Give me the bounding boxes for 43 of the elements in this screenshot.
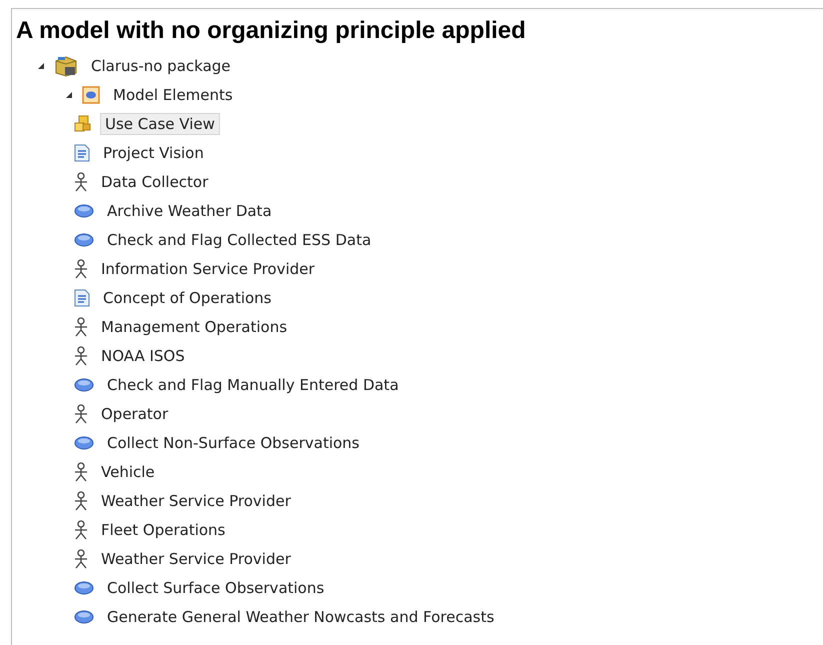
tree-item[interactable]: Weather Service Provider [96,548,296,570]
tree-item[interactable]: Project Vision [98,142,209,164]
use-case-icon [74,378,94,392]
package-icon [54,54,78,76]
tree-item[interactable]: Weather Service Provider [96,490,296,512]
actor-icon [74,404,88,424]
tree-item[interactable]: Use Case View [100,112,220,134]
use-case-icon [74,232,94,246]
tree-item[interactable]: Generate General Weather Nowcasts and Forecasts [102,606,500,628]
actor-icon [74,462,88,482]
folder-icon [74,114,92,132]
tree-item[interactable]: Check and Flag Collected ESS Data [102,228,376,250]
actor-icon [74,258,88,278]
document-icon [74,288,90,306]
tree-item[interactable]: Collect Non-Surface Observations [102,432,364,454]
tree-item[interactable]: Vehicle [96,460,160,482]
document-icon [74,144,90,162]
collapse-icon[interactable] [38,62,44,68]
tree-item[interactable]: Clarus-no package [86,54,236,76]
use-case-icon [74,580,94,594]
tree-item[interactable]: Data Collector [96,170,214,192]
tree-item[interactable]: Fleet Operations [96,518,230,540]
tree-item[interactable]: Management Operations [96,316,292,338]
actor-icon [74,548,88,568]
tree-item[interactable]: Model Elements [108,84,238,106]
collapse-icon[interactable] [66,92,72,98]
use-case-icon [74,610,94,624]
actor-icon [74,490,88,510]
use-case-icon [74,436,94,450]
tree-item[interactable]: Information Service Provider [96,258,320,280]
tree-item[interactable]: Archive Weather Data [102,200,277,222]
heading: A model with no organizing principle applied [16,17,527,45]
tree-item[interactable]: NOAA ISOS [96,344,190,366]
tree-item[interactable]: Concept of Operations [98,286,276,308]
model-icon [82,86,100,104]
actor-icon [74,172,88,192]
tree-item[interactable]: Operator [96,402,174,424]
actor-icon [74,316,88,336]
use-case-icon [74,204,94,218]
tree-item[interactable]: Check and Flag Manually Entered Data [102,374,404,396]
actor-icon [74,346,88,366]
actor-icon [74,520,88,540]
tree-item[interactable]: Collect Surface Observations [102,576,330,598]
